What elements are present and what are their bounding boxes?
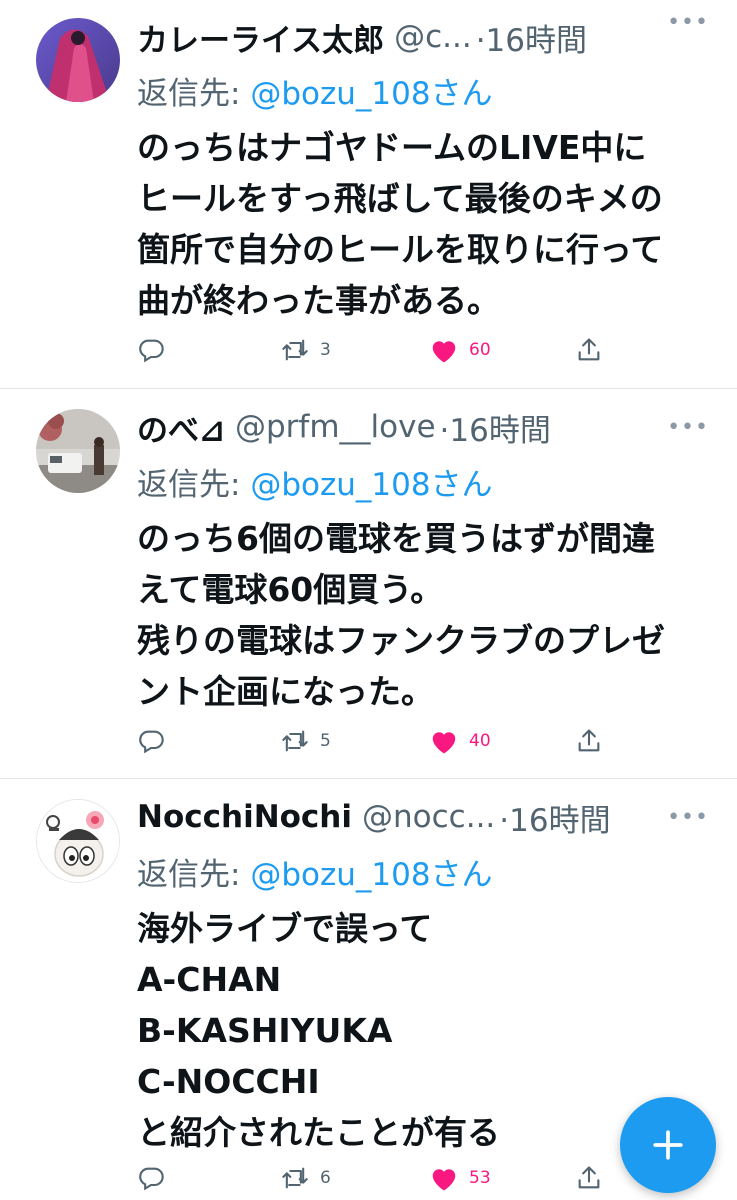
tweet-actions: 6 53: [137, 1158, 617, 1198]
tweet-header: のべ⊿ @prfm__love ·16時間: [137, 405, 717, 449]
more-options-icon[interactable]: •••: [667, 10, 709, 35]
share-button[interactable]: [575, 330, 603, 370]
like-count: 53: [469, 1168, 491, 1188]
reply-button[interactable]: [137, 1158, 165, 1198]
tweet-text: のっちはナゴヤドームのLIVE中に ヒールをすっ飛ばして最後のキメの 箇所で自分…: [137, 122, 717, 326]
user-handle[interactable]: @c...: [394, 19, 472, 55]
reply-prefix: 返信先:: [137, 76, 251, 112]
display-name[interactable]: NocchiNochi: [137, 799, 352, 835]
tweet-text-line: C-NOCCHI: [137, 1062, 320, 1101]
reply-prefix: 返信先:: [137, 467, 251, 503]
tweet-text-line: B-KASHIYUKA: [137, 1011, 393, 1050]
tweet-header: カレーライス太郎 @c... ·16時間: [137, 15, 717, 59]
like-button[interactable]: 53: [429, 1158, 491, 1198]
share-icon: [578, 1166, 600, 1189]
retweet-count: 3: [320, 340, 331, 360]
plus-icon: [653, 1130, 683, 1160]
tweet-text-line: A-CHAN: [137, 960, 282, 999]
heart-icon: [432, 1169, 456, 1191]
like-button[interactable]: 60: [429, 330, 491, 370]
reply-button[interactable]: [137, 330, 165, 370]
tweet-text-line: のっち6個の電球を買うはずが間違: [137, 519, 655, 558]
reply-mention-link[interactable]: @bozu_108さん: [250, 76, 492, 112]
retweet-count: 6: [320, 1168, 331, 1188]
display-name[interactable]: カレーライス太郎: [137, 15, 384, 60]
reply-mention-link[interactable]: @bozu_108さん: [250, 857, 492, 893]
like-button[interactable]: 40: [429, 721, 491, 761]
retweet-icon: [282, 730, 308, 752]
like-count: 60: [469, 340, 491, 360]
display-name[interactable]: のべ⊿: [137, 405, 225, 450]
retweet-count: 5: [320, 731, 331, 751]
user-handle[interactable]: @prfm__love: [235, 409, 436, 445]
share-button[interactable]: [575, 1158, 603, 1198]
tweet-text-line: えて電球60個買う。: [137, 570, 444, 609]
retweet-icon: [282, 339, 308, 361]
tweet-2[interactable]: のべ⊿ @prfm__love ·16時間 ••• 返信先: @bozu_108…: [0, 389, 737, 779]
tweet-text-line: 箇所で自分のヒールを取りに行って: [137, 230, 664, 269]
reply-to: 返信先: @bozu_108さん: [137, 68, 493, 112]
reply-to: 返信先: @bozu_108さん: [137, 849, 493, 893]
tweet-text-line: 海外ライブで誤って: [137, 909, 433, 948]
like-count: 40: [469, 731, 491, 751]
tweet-text-line: 残りの電球はファンクラブのプレゼ: [137, 621, 665, 660]
timestamp[interactable]: ·16時間: [476, 15, 587, 60]
reply-button[interactable]: [137, 721, 165, 761]
share-icon: [578, 338, 600, 361]
timestamp[interactable]: ·16時間: [440, 405, 551, 450]
heart-icon: [432, 732, 456, 754]
tweet-text: のっち6個の電球を買うはずが間違 えて電球60個買う。 残りの電球はファンクラブ…: [137, 513, 717, 717]
reply-icon: [139, 730, 164, 754]
reply-icon: [139, 339, 164, 363]
share-icon: [578, 729, 600, 752]
avatar[interactable]: [36, 799, 120, 883]
tweet-actions: 3 60: [137, 330, 617, 370]
reply-prefix: 返信先:: [137, 857, 251, 893]
reply-mention-link[interactable]: @bozu_108さん: [250, 467, 492, 503]
user-handle[interactable]: @nocc...: [362, 799, 495, 835]
avatar[interactable]: [36, 409, 120, 493]
tweet-text-line: ヒールをすっ飛ばして最後のキメの: [137, 179, 663, 218]
retweet-button[interactable]: 5: [280, 721, 331, 761]
retweet-button[interactable]: 3: [280, 330, 331, 370]
tweet-header: NocchiNochi @nocc... ·16時間: [137, 795, 717, 839]
reply-icon: [139, 1167, 164, 1191]
tweet-1[interactable]: カレーライス太郎 @c... ·16時間 ••• 返信先: @bozu_108さ…: [0, 0, 737, 388]
more-options-icon[interactable]: •••: [667, 415, 709, 440]
retweet-button[interactable]: 6: [280, 1158, 331, 1198]
heart-icon: [432, 341, 456, 363]
compose-button[interactable]: [620, 1097, 716, 1193]
tweet-text-line: のっちはナゴヤドームのLIVE中に: [137, 128, 647, 167]
share-button[interactable]: [575, 721, 603, 761]
tweet-text-line: 曲が終わった事がある。: [137, 281, 500, 320]
more-options-icon[interactable]: •••: [667, 805, 709, 830]
retweet-icon: [282, 1167, 308, 1189]
avatar[interactable]: [36, 18, 120, 102]
reply-to: 返信先: @bozu_108さん: [137, 459, 493, 503]
tweet-actions: 5 40: [137, 721, 617, 761]
timestamp[interactable]: ·16時間: [499, 795, 610, 840]
tweet-text-line: ント企画になった。: [137, 672, 434, 711]
